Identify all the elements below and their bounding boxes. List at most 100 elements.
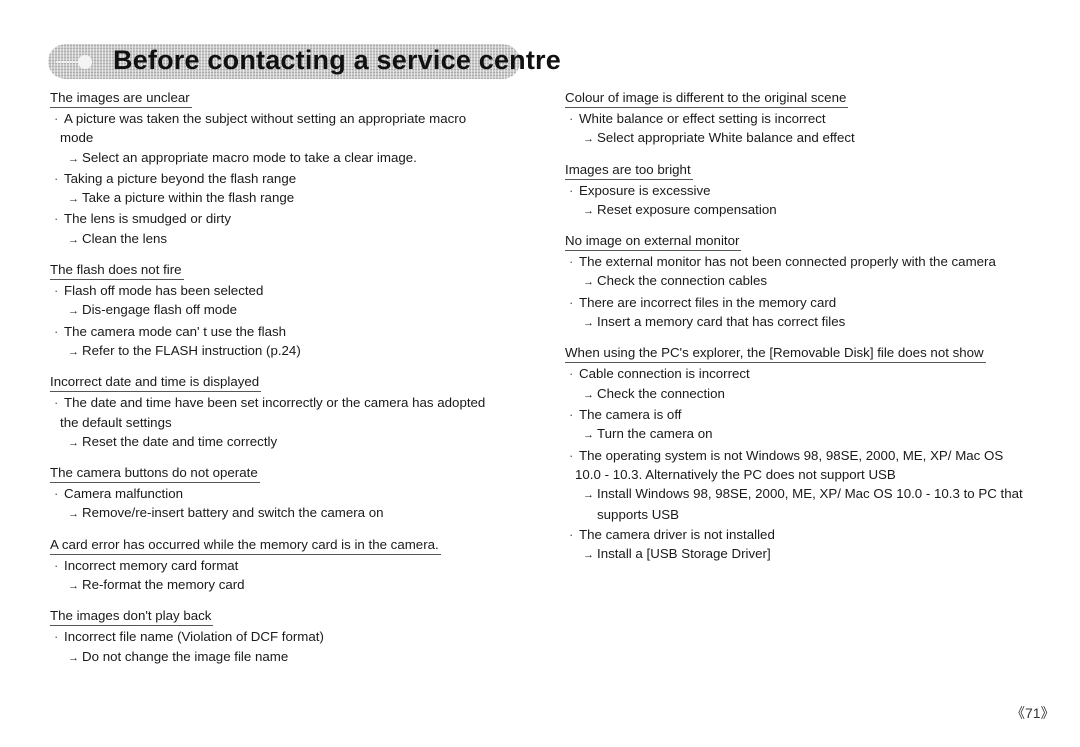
solution-item: → Reset exposure compensation: [583, 200, 1025, 221]
cause-text: Incorrect file name (Violation of DCF fo…: [64, 629, 324, 645]
arrow-right-icon: →: [583, 204, 594, 217]
section-heading: When using the PC's explorer, the [Remov…: [565, 344, 986, 364]
bullet-icon: ·: [54, 283, 59, 299]
bullet-icon: ·: [54, 170, 59, 186]
troubleshooting-section: No image on external monitor · The externa…: [565, 231, 1025, 333]
solution-item: → Re-format the memory card: [68, 575, 500, 596]
solution-item: → Do not change the image file name: [68, 647, 500, 668]
troubleshooting-section: A card error has occurred while the memo…: [50, 535, 500, 597]
bullet-icon: ·: [569, 406, 574, 422]
solution-text: Reset the date and time correctly: [82, 433, 278, 449]
section-title-banner: Before contacting a service centre: [48, 44, 561, 79]
troubleshooting-section: The flash does not fire · Flash off mode h…: [50, 260, 500, 362]
section-heading: The flash does not fire: [50, 261, 184, 281]
bullet-icon: ·: [569, 182, 574, 198]
solution-text: Do not change the image file name: [82, 648, 289, 664]
cause-item: · Taking a picture beyond the flash range: [54, 169, 500, 188]
cause-text: There are incorrect files in the memory …: [579, 294, 837, 310]
cause-item: · Flash off mode has been selected: [54, 281, 500, 300]
solution-text: Install a [USB Storage Driver]: [597, 546, 771, 562]
bullet-icon: ·: [54, 629, 59, 645]
cause-item: · There are incorrect files in the memory…: [569, 293, 1025, 312]
cause-text: White balance or effect setting is incor…: [579, 111, 826, 126]
solution-item: → Refer to the FLASH instruction (p.24): [68, 341, 500, 362]
bullet-icon: ·: [54, 557, 59, 573]
cause-item: · The camera driver is not installed: [569, 525, 1025, 544]
bullet-icon: ·: [569, 111, 574, 126]
solution-text: Select appropriate White balance and eff…: [597, 130, 855, 146]
section-heading: The images are unclear: [50, 89, 192, 108]
solution-text: Take a picture within the flash range: [82, 190, 295, 206]
solution-text: Reset exposure compensation: [597, 201, 777, 217]
solution-text: Remove/re-insert battery and switch the …: [82, 505, 384, 521]
cause-text: The camera is off: [579, 406, 682, 422]
solution-item: → Select appropriate White balance and ef…: [583, 128, 1025, 149]
cause-item: · Camera malfunction: [54, 484, 500, 503]
arrow-right-icon: →: [68, 345, 79, 358]
solution-item: → Check the connection: [583, 384, 1025, 405]
arrow-right-icon: →: [583, 489, 594, 502]
section-heading: The camera buttons do not operate: [50, 464, 260, 484]
solution-text: Check the connection cables: [597, 273, 768, 289]
arrow-right-icon: →: [583, 388, 594, 401]
solution-item: → Clean the lens: [68, 229, 500, 250]
section-heading: Incorrect date and time is displayed: [50, 373, 262, 393]
arrow-right-icon: →: [68, 651, 79, 664]
bullet-icon: ·: [569, 447, 574, 463]
solution-item: → Remove/re-insert battery and switch the…: [68, 503, 500, 524]
section-heading: Images are too bright: [565, 161, 693, 180]
bullet-icon: ·: [569, 294, 574, 310]
cause-item: · Exposure is excessive: [569, 181, 1025, 200]
page-title: Before contacting a service centre: [113, 45, 561, 75]
arrow-right-icon: →: [583, 429, 594, 442]
cause-item: · Cable connection is incorrect: [569, 364, 1025, 383]
troubleshooting-section: Images are too bright · Exposure is excess…: [565, 160, 1025, 222]
solution-item: → Select an appropriate macro mode to tak…: [68, 148, 500, 169]
solution-item: → Install a [USB Storage Driver]: [583, 544, 1025, 565]
bullet-icon: ·: [54, 395, 59, 411]
cause-text: The date and time have been set incorrec…: [60, 395, 486, 430]
cause-text: Camera malfunction: [64, 486, 183, 502]
section-heading: The images don't play back: [50, 607, 214, 627]
solution-item: → Turn the camera on: [583, 424, 1025, 445]
arrow-right-icon: →: [68, 152, 79, 165]
cause-text: The lens is smudged or dirty: [64, 211, 232, 227]
banner-dot-icon: [78, 55, 92, 69]
bullet-icon: ·: [54, 323, 59, 339]
arrow-right-icon: →: [583, 133, 594, 146]
right-column: Colour of image is different to the orig…: [565, 88, 1025, 575]
cause-item: · The lens is smudged or dirty: [54, 209, 500, 228]
solution-text: Refer to the FLASH instruction (p.24): [82, 342, 301, 358]
cause-text: The camera driver is not installed: [579, 526, 775, 542]
solution-text: Install Windows 98, 98SE, 2000, ME, XP/ …: [597, 486, 1023, 523]
cause-item: · Incorrect file name (Violation of DCF f…: [54, 627, 500, 646]
cause-item: · A picture was taken the subject without…: [54, 109, 500, 148]
cause-item: · The operating system is not Windows 98,…: [569, 446, 1025, 485]
cause-item: · The external monitor has not been conne…: [569, 252, 1025, 271]
troubleshooting-section: The images are unclear · A picture was tak…: [50, 88, 500, 250]
cause-item: · Incorrect memory card format: [54, 556, 500, 575]
arrow-right-icon: →: [68, 508, 79, 521]
troubleshooting-section: When using the PC's explorer, the [Remov…: [565, 343, 1025, 565]
solution-item: → Install Windows 98, 98SE, 2000, ME, XP/…: [583, 484, 1025, 525]
cause-item: · The camera is off: [569, 405, 1025, 424]
section-heading: Colour of image is different to the orig…: [565, 89, 849, 108]
troubleshooting-section: Incorrect date and time is displayed · The…: [50, 372, 500, 453]
cause-item: · White balance or effect setting is inco…: [569, 109, 1025, 128]
bullet-icon: ·: [54, 486, 59, 502]
arrow-right-icon: →: [583, 317, 594, 330]
troubleshooting-section: The camera buttons do not operate · Camera…: [50, 463, 500, 525]
cause-text: Cable connection is incorrect: [579, 366, 750, 382]
cause-text: The operating system is not Windows 98, …: [575, 447, 1004, 482]
cause-item: · The camera mode can' t use the flash: [54, 322, 500, 341]
bullet-icon: ·: [569, 254, 574, 270]
troubleshooting-section: Colour of image is different to the orig…: [565, 88, 1025, 150]
arrow-right-icon: →: [68, 436, 79, 449]
arrow-right-icon: →: [583, 276, 594, 289]
solution-text: Turn the camera on: [597, 426, 713, 442]
arrow-right-icon: →: [583, 549, 594, 562]
arrow-right-icon: →: [68, 193, 79, 206]
cause-item: · The date and time have been set incorre…: [54, 393, 500, 432]
bullet-icon: ·: [54, 211, 59, 227]
troubleshooting-section: The images don't play back · Incorrect fil…: [50, 606, 500, 668]
